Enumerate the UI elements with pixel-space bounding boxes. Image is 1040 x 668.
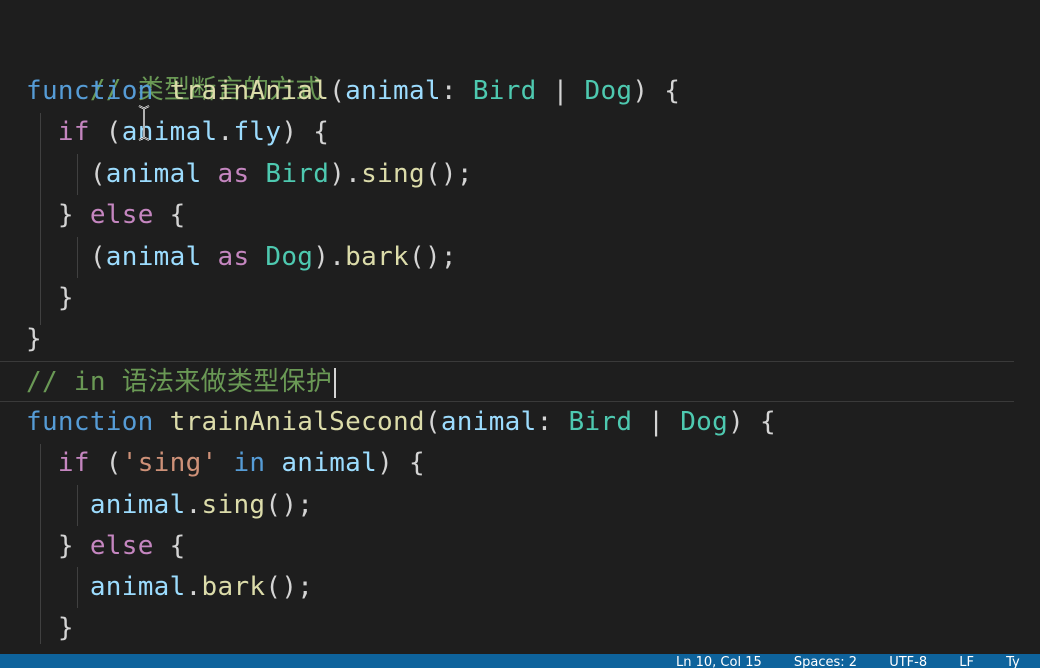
comment: // in 语法来做类型保护 [26,367,333,397]
code-line-7[interactable]: } [26,278,74,319]
code-line-13[interactable]: } else { [26,526,186,567]
punctuation: ( [89,448,122,478]
encoding-indicator[interactable]: UTF-8 [889,655,927,668]
code-line-14[interactable]: animal.bark(); [26,567,313,608]
type-name: Bird [568,407,633,437]
variable-name: animal [89,490,186,520]
type-name: Bird [472,76,537,106]
keyword-else: else [89,200,154,230]
status-bar: Ln 10, Col 15 Spaces: 2 UTF-8 LF Ty [0,654,1040,668]
code-line-10[interactable]: function trainAnialSecond(animal: Bird |… [26,402,776,443]
punctuation: ) { [728,407,776,437]
punctuation: ). [329,159,362,189]
punctuation: | [632,407,681,437]
punctuation: . [185,490,202,520]
keyword-if: if [57,448,90,478]
code-line-9-current[interactable]: // in 语法来做类型保护 [0,361,1014,402]
code-line-8[interactable]: } [26,319,42,360]
punctuation: } [57,283,74,313]
code-line-6[interactable]: (animal as Dog).bark(); [26,237,457,278]
parameter-name: animal [345,76,441,106]
method-name: sing [201,490,266,520]
function-name: trainAnial [169,76,330,106]
method-name: sing [361,159,425,189]
punctuation: ( [89,117,122,147]
eol-indicator[interactable]: LF [959,655,974,668]
string-literal: 'sing' [121,448,218,478]
text-cursor [334,367,337,398]
code-line-3[interactable]: if (animal.fly) { [26,112,329,153]
keyword-as: as [201,242,266,272]
parameter-name: animal [440,407,537,437]
code-editor[interactable]: // 类型断言的方式 function trainAnial(animal: B… [0,0,1040,654]
keyword-if: if [57,117,90,147]
punctuation: ( [424,407,441,437]
punctuation: (); [265,490,314,520]
type-name: Dog [680,407,729,437]
keyword-function: function [26,76,154,106]
code-line-4[interactable]: (animal as Bird).sing(); [26,154,473,195]
punctuation: | [536,76,585,106]
cursor-position-indicator[interactable]: Ln 10, Col 15 [676,655,762,668]
punctuation: ) { [281,117,330,147]
punctuation: } [57,200,90,230]
code-line-12[interactable]: animal.sing(); [26,485,313,526]
indentation-indicator[interactable]: Spaces: 2 [794,655,857,668]
function-name: trainAnialSecond [169,407,425,437]
punctuation: } [57,613,74,643]
code-line-2[interactable]: function trainAnial(animal: Bird | Dog) … [26,71,680,112]
code-line-11[interactable]: if ('sing' in animal) { [26,443,425,484]
type-name: Dog [265,242,314,272]
punctuation: ( [89,242,106,272]
punctuation: ) { [377,448,425,478]
punctuation: ). [313,242,346,272]
method-name: bark [345,242,409,272]
variable-name: animal [89,572,186,602]
punctuation: { [153,531,186,561]
code-line-1[interactable]: // 类型断言的方式 [26,29,322,105]
variable-name: animal [281,448,378,478]
punctuation: : [440,76,473,106]
punctuation: (); [265,572,314,602]
type-name: Bird [265,159,330,189]
punctuation: } [57,531,90,561]
punctuation: (); [424,159,473,189]
punctuation: : [536,407,569,437]
code-line-15[interactable]: } [26,608,74,649]
punctuation: . [217,117,234,147]
language-mode-indicator[interactable]: Ty [1006,655,1020,668]
keyword-else: else [89,531,154,561]
method-name: bark [201,572,266,602]
punctuation: { [153,200,186,230]
punctuation: } [26,324,42,354]
keyword-function: function [26,407,154,437]
type-name: Dog [584,76,633,106]
variable-name: animal [105,159,202,189]
punctuation: ) { [632,76,681,106]
ibeam-cursor-icon [138,105,150,141]
property-name: fly [233,117,282,147]
keyword-as: as [201,159,266,189]
punctuation: ( [329,76,346,106]
variable-name: animal [105,242,202,272]
punctuation: . [185,572,202,602]
keyword-in: in [217,448,282,478]
code-line-5[interactable]: } else { [26,195,186,236]
punctuation: (); [408,242,457,272]
punctuation: ( [89,159,106,189]
